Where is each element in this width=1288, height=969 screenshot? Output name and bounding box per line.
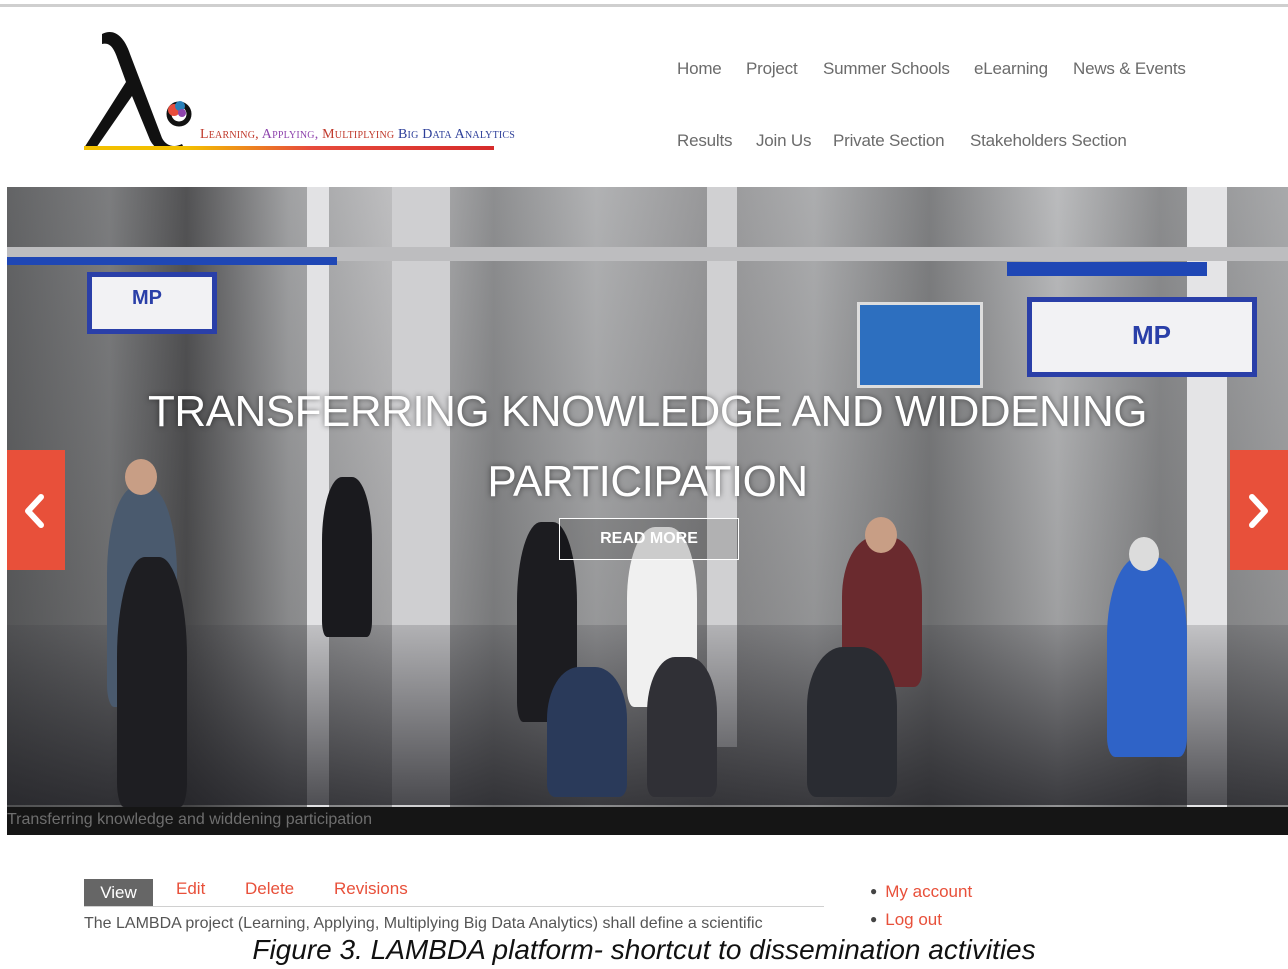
nav-summer-schools[interactable]: Summer Schools xyxy=(823,59,950,79)
hero-title-line: TRANSFERRING KNOWLEDGE AND WIDDENING xyxy=(148,387,1147,436)
person-figure xyxy=(117,557,187,807)
hero-slider: MP MP TRANSFERRING KNOWLEDGE AND WIDDENI… xyxy=(7,187,1288,835)
log-out-label: Log out xyxy=(885,910,942,929)
hero-title: TRANSFERRING KNOWLEDGE AND WIDDENING PAR… xyxy=(107,377,1188,517)
blue-stripe xyxy=(1007,262,1207,276)
logo-color-bar xyxy=(84,146,494,150)
tagline-word: Applying, xyxy=(261,127,319,142)
nav-home[interactable]: Home xyxy=(677,59,722,79)
blue-stripe xyxy=(7,257,337,265)
nav-stakeholders-section[interactable]: Stakeholders Section xyxy=(970,131,1127,151)
slide-caption: Transferring knowledge and widdening par… xyxy=(7,811,372,828)
person-figure xyxy=(807,647,897,797)
my-account-link[interactable]: ● My account xyxy=(870,882,972,902)
figure-caption: Figure 3. LAMBDA platform- shortcut to d… xyxy=(252,934,1036,965)
slider-prev-button[interactable] xyxy=(7,450,65,570)
display-screen xyxy=(857,302,983,388)
tab-edit[interactable]: Edit xyxy=(176,879,205,899)
nav-elearning[interactable]: eLearning xyxy=(974,59,1048,79)
person-figure xyxy=(1107,557,1187,757)
log-out-link[interactable]: ● Log out xyxy=(870,910,942,930)
booth-sign-text: MP xyxy=(132,287,162,309)
logo-tagline: Learning, Applying, Multiplying Big Data… xyxy=(200,127,515,143)
bullet-icon: ● xyxy=(870,884,878,898)
node-tabs: View Edit Delete Revisions xyxy=(84,878,824,907)
nav-news-events[interactable]: News & Events xyxy=(1073,59,1186,79)
site-logo[interactable]: Learning, Applying, Multiplying Big Data… xyxy=(84,26,515,156)
tab-revisions[interactable]: Revisions xyxy=(334,879,408,899)
tagline-word: Learning, xyxy=(200,127,259,142)
top-border xyxy=(0,4,1288,7)
tab-view[interactable]: View xyxy=(84,879,153,906)
booth-sign: MP xyxy=(1027,297,1257,377)
person-figure xyxy=(865,517,897,553)
hero-title-line: PARTICIPATION xyxy=(487,457,808,506)
nav-results[interactable]: Results xyxy=(677,131,732,151)
nav-private-section[interactable]: Private Section xyxy=(833,131,945,151)
slide-caption-bar: Transferring knowledge and widdening par… xyxy=(7,807,1288,835)
nav-join-us[interactable]: Join Us xyxy=(756,131,811,151)
nav-project[interactable]: Project xyxy=(746,59,798,79)
chevron-right-icon xyxy=(1249,494,1268,528)
booth-sign: MP xyxy=(87,272,217,334)
booth-sign-text: MP xyxy=(1132,320,1171,350)
tagline-word: Big Data Analytics xyxy=(398,127,516,142)
read-more-button[interactable]: READ MORE xyxy=(559,518,739,560)
tagline-word: Multiplying xyxy=(322,127,395,142)
bullet-icon: ● xyxy=(870,912,878,926)
project-description: The LAMBDA project (Learning, Applying, … xyxy=(84,915,763,932)
person-figure xyxy=(547,667,627,797)
slider-next-button[interactable] xyxy=(1230,450,1288,570)
my-account-label: My account xyxy=(885,882,973,901)
tab-delete[interactable]: Delete xyxy=(245,879,294,899)
person-figure xyxy=(1129,537,1159,571)
chevron-left-icon xyxy=(25,494,44,528)
lambda-logo-icon xyxy=(84,32,192,150)
person-figure xyxy=(647,657,717,797)
